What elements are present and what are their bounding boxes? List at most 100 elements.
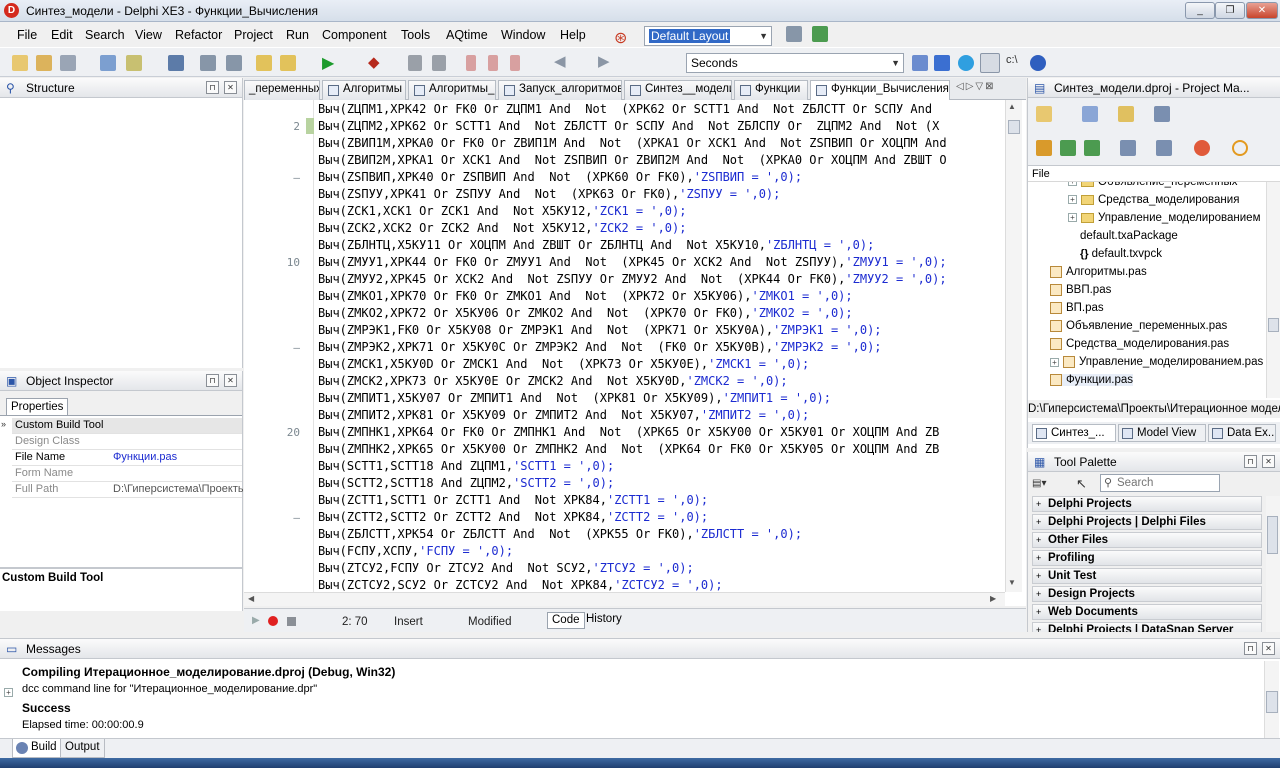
code-line[interactable]: Выч(ZCTCУ2,SCУ2 Or ZCTCУ2 And Not XPK84,… xyxy=(318,577,723,592)
editor-tab[interactable]: Синтез__модели xyxy=(624,80,732,100)
code-line[interactable]: Выч(ZCTT1,SCTT1 Or ZCTT1 And Not XPK84,'… xyxy=(318,492,708,509)
code-line[interactable]: Выч(ZMПHK1,XPK64 Or FK0 Or ZMПHK1 And No… xyxy=(318,424,939,441)
save-all-icon[interactable] xyxy=(60,55,76,71)
code-line[interactable]: Выч(ZMПИТ1,X5KУ07 Or ZMПИТ1 And Not (XPK… xyxy=(318,390,831,407)
palette-categories-icon[interactable]: ▤▾ xyxy=(1032,478,1046,489)
pm-add-icon[interactable] xyxy=(1082,106,1098,122)
code-line[interactable]: Выч(SCTT2,SCTT18 And ZЦПМ2,'SCTT2 = ',0)… xyxy=(318,475,614,492)
editor-tab[interactable]: Функции xyxy=(734,80,808,100)
code-line[interactable]: Выч(SCTT1,SCTT18 And ZЦПМ1,'SCTT1 = ',0)… xyxy=(318,458,614,475)
object-inspector-close-icon[interactable]: ✕ xyxy=(224,374,237,387)
code-line[interactable]: Выч(ZSПВИП,XPK40 Or ZSПВИП And Not (XPK6… xyxy=(318,169,802,186)
stop-icon[interactable] xyxy=(432,55,446,71)
palette-category[interactable]: + Delphi Projects | DataSnap Server xyxy=(1032,622,1262,632)
expand-node-icon[interactable]: + xyxy=(1068,182,1077,187)
messages-scroll-thumb[interactable] xyxy=(1266,691,1278,713)
editor-tab[interactable]: Алгоритмы xyxy=(322,80,406,100)
expand-node-icon[interactable]: + xyxy=(1068,195,1077,205)
scroll-right-icon[interactable]: ▶ xyxy=(990,594,996,603)
step-over-icon[interactable] xyxy=(488,55,498,71)
property-row[interactable]: Custom Build Tool xyxy=(12,418,242,434)
pm-tab[interactable]: Data Ex... xyxy=(1208,424,1276,442)
code-line[interactable]: Выч(ZCK2,XCK2 Or ZCK2 And Not X5KУ12,'ZC… xyxy=(318,220,686,237)
open-file-icon[interactable] xyxy=(126,55,142,71)
property-row[interactable]: Full Path D:\Гиперсистема\Проекты xyxy=(12,482,246,498)
palette-search-box[interactable]: ⚲ xyxy=(1100,474,1220,492)
code-line[interactable]: Выч(ZMУУ2,XPK45 Or XCK2 And Not ZSПУУ Or… xyxy=(318,271,947,288)
project-open-icon[interactable] xyxy=(256,55,272,71)
tab-code[interactable]: Code xyxy=(547,612,585,629)
messages-close-icon[interactable]: ✕ xyxy=(1262,642,1275,655)
code-line[interactable]: Выч(ZBИП2M,XPKA1 Or XCK1 And Not ZSПВИП … xyxy=(318,152,947,169)
layout-combo[interactable]: Default Layout ▼ xyxy=(644,26,772,46)
help-icon[interactable] xyxy=(1030,55,1046,71)
messages-scrollbar[interactable] xyxy=(1264,661,1279,739)
menu-search[interactable]: Search xyxy=(85,28,125,42)
code-line[interactable]: Выч(ZMPЭK1,FK0 Or X5KУ08 Or ZMPЭK1 And N… xyxy=(318,322,882,339)
menu-refactor[interactable]: Refactor xyxy=(175,28,222,42)
code-line[interactable]: Выч(ZMCK1,X5KУ0D Or ZMCK1 And Not (XPK73… xyxy=(318,356,809,373)
code-line[interactable]: Выч(ZMCK2,XPK73 Or X5KУ0E Or ZMCK2 And N… xyxy=(318,373,788,390)
message-line[interactable]: dcc command line for "Итерационное_модел… xyxy=(22,683,317,695)
structure-close-icon[interactable]: ✕ xyxy=(224,81,237,94)
project-tree-scroll-thumb[interactable] xyxy=(1268,318,1279,332)
editor-tab[interactable]: _переменных xyxy=(244,80,320,100)
property-value[interactable]: D:\Гиперсистема\Проекты xyxy=(113,483,246,495)
editor-vertical-scrollbar[interactable]: ▲ ▼ xyxy=(1005,100,1022,592)
tab-scroll-arrows-icon[interactable]: ◁▷▽⊠ xyxy=(956,81,995,92)
expand-node-icon[interactable]: + xyxy=(1050,357,1059,367)
aqtime-toggle-icon[interactable] xyxy=(980,53,1000,73)
code-line[interactable]: Выч(ZMПИТ2,XPK81 Or X5KУ09 Or ZMПИТ2 And… xyxy=(318,407,809,424)
code-line[interactable]: Выч(ZMPЭK2,XPK71 Or X5KУ0C Or ZMPЭK2 And… xyxy=(318,339,882,356)
project-tree-scrollbar[interactable] xyxy=(1266,182,1280,398)
code-line[interactable]: Выч(ZMKO1,XPK70 Or FK0 Or ZMKO1 And Not … xyxy=(318,288,853,305)
code-line[interactable]: Выч(ZЦПМ1,XPK42 Or FK0 Or ZЦПМ1 And Not … xyxy=(318,101,939,118)
project-tree-item[interactable]: + Объявление_переменных xyxy=(1068,182,1238,188)
menu-run[interactable]: Run xyxy=(286,28,309,42)
scroll-down-icon[interactable]: ▼ xyxy=(1008,578,1016,587)
new-form-icon[interactable] xyxy=(100,55,116,71)
code-line[interactable]: Выч(ZMПHK2,XPK65 Or X5KУ00 Or ZMПHK2 And… xyxy=(318,441,939,458)
pm-options-icon[interactable] xyxy=(1194,140,1210,156)
tab-history[interactable]: History xyxy=(584,612,624,629)
property-row[interactable]: Form Name xyxy=(12,466,242,482)
pm-view-icon[interactable] xyxy=(1154,106,1170,122)
code-area[interactable]: Выч(ZЦПМ1,XPK42 Or FK0 Or ZЦПМ1 And Not … xyxy=(244,100,1005,592)
code-editor[interactable]: 2–10–20– Выч(ZЦПМ1,XPK42 Or FK0 Or ZЦПМ1… xyxy=(244,100,1026,606)
units-combo[interactable]: Seconds ▼ xyxy=(686,53,904,73)
macro-record-icon[interactable] xyxy=(268,616,278,626)
project-tree-item[interactable]: {} default.txvpck xyxy=(1080,248,1162,260)
view-unit-icon[interactable] xyxy=(200,55,216,71)
code-line[interactable]: Выч(ZБЛНТЦ,X5KУ11 Or XOЦПМ And ZBШТ Or Z… xyxy=(318,237,874,254)
expand-node-icon[interactable]: + xyxy=(1068,213,1077,223)
editor-tab[interactable]: Запуск_алгоритмов xyxy=(498,80,622,100)
code-line[interactable]: Выч(FCПУ,XCПУ,'FCПУ = ',0); xyxy=(318,543,513,560)
palette-category[interactable]: + Web Documents xyxy=(1032,604,1262,620)
message-line[interactable]: Compiling Итерационное_моделирование.dpr… xyxy=(22,665,395,679)
expand-message-icon[interactable]: + xyxy=(4,685,17,699)
pm-activate-icon[interactable] xyxy=(1036,140,1052,156)
run-to-cursor-icon[interactable] xyxy=(510,55,520,71)
pm-sync-icon[interactable] xyxy=(1156,140,1172,156)
code-line[interactable]: Выч(ZCTT2,SCTT2 Or ZCTT2 And Not XPK84,'… xyxy=(318,509,708,526)
project-tree-item[interactable]: Средства_моделирования.pas xyxy=(1050,338,1229,350)
back-arrow-icon[interactable]: ◀ xyxy=(554,52,566,70)
code-line[interactable]: Выч(ZBИП1M,XPKA0 Or FK0 Or ZBИП1M And No… xyxy=(318,135,947,152)
palette-category[interactable]: + Delphi Projects | Delphi Files xyxy=(1032,514,1262,530)
new-items-icon[interactable] xyxy=(12,55,28,71)
project-tree-item[interactable]: ВП.pas xyxy=(1050,302,1104,314)
menu-help[interactable]: Help xyxy=(560,28,586,42)
menu-project[interactable]: Project xyxy=(234,28,273,42)
vertical-scroll-thumb[interactable] xyxy=(1008,120,1020,134)
save-icon[interactable] xyxy=(168,55,184,71)
menu-window[interactable]: Window xyxy=(501,28,545,42)
scroll-left-icon[interactable]: ◀ xyxy=(248,594,254,603)
pm-new-icon[interactable] xyxy=(1036,106,1052,122)
palette-category[interactable]: + Unit Test xyxy=(1032,568,1262,584)
code-line[interactable]: Выч(ZMKO2,XPK72 Or X5KУ06 Or ZMKO2 And N… xyxy=(318,305,853,322)
message-line[interactable]: Success xyxy=(22,701,71,715)
messages-tab-output[interactable]: Output xyxy=(60,739,105,758)
tab-properties[interactable]: Properties xyxy=(6,398,69,415)
minimize-button[interactable]: _ xyxy=(1185,2,1215,19)
menu-view[interactable]: View xyxy=(135,28,162,42)
